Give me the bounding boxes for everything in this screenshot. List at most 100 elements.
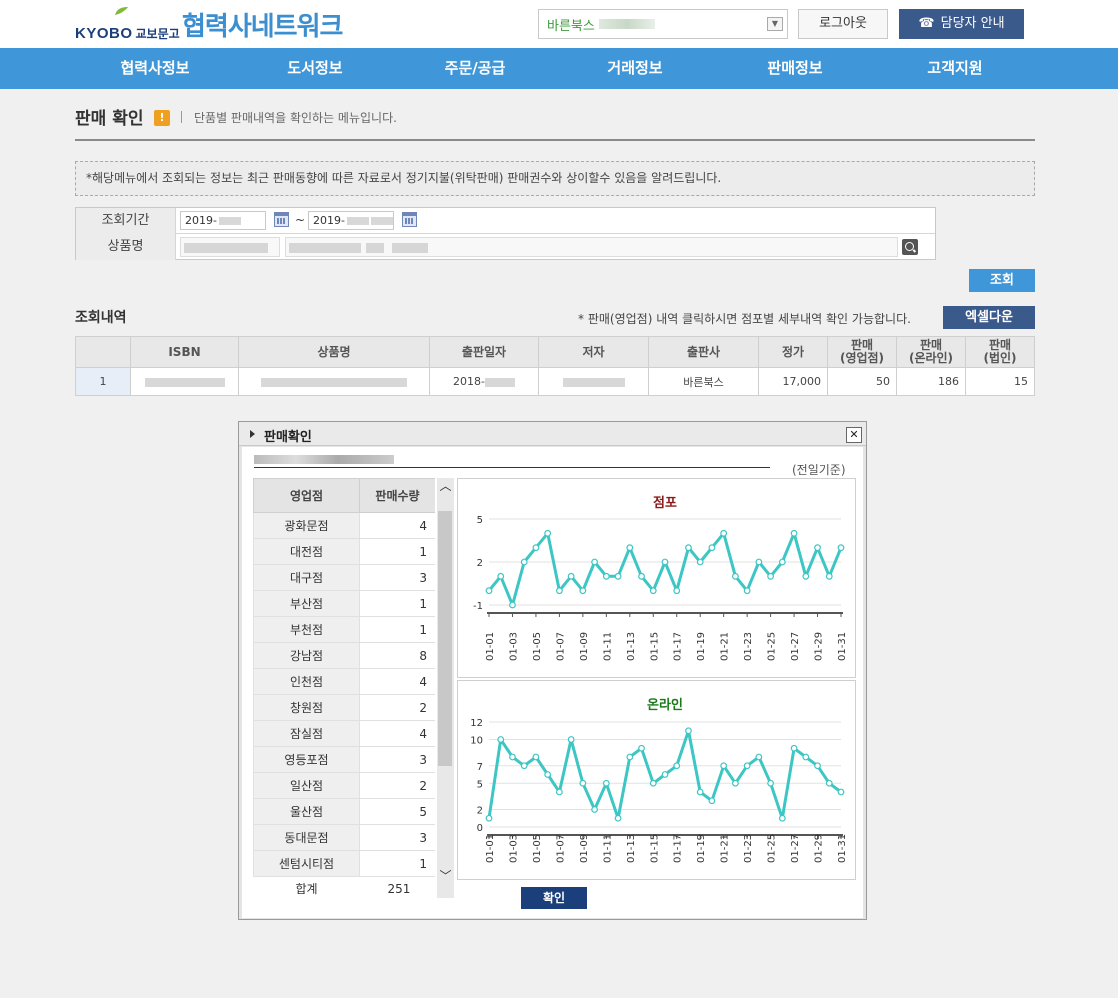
- product-name-input[interactable]: [285, 237, 898, 257]
- query-button[interactable]: 조회: [969, 269, 1035, 292]
- row-index: 1: [75, 367, 131, 396]
- data-point: [732, 779, 739, 787]
- store-row[interactable]: 영등포점 3: [253, 746, 435, 773]
- data-point: [649, 587, 657, 595]
- close-icon[interactable]: ✕: [846, 427, 862, 443]
- date-to-input[interactable]: 2019-: [308, 211, 394, 230]
- row-sales-store[interactable]: 50: [827, 367, 897, 396]
- store-qty: 4: [359, 512, 435, 539]
- data-point: [720, 762, 728, 770]
- series-line: [487, 531, 843, 607]
- main-nav: 협력사정보 도서정보 주문/공급 거래정보 판매정보 고객지원: [0, 48, 1118, 89]
- store-name: 부천점: [253, 616, 360, 643]
- data-point: [732, 572, 739, 580]
- leaf-icon: [115, 7, 128, 15]
- data-point: [579, 587, 587, 595]
- y-tick-label: 2: [477, 806, 483, 817]
- x-tick-label: 01-21: [720, 632, 731, 661]
- results-note: * 판매(영업점) 내역 클릭하시면 점포별 세부내역 확인 가능합니다.: [578, 312, 911, 326]
- data-point: [614, 814, 622, 822]
- calendar-from-icon[interactable]: [274, 212, 289, 227]
- row-publisher: 바른북스: [648, 367, 759, 396]
- scroll-down-icon[interactable]: ﹀: [437, 868, 454, 884]
- data-point: [802, 753, 810, 761]
- store-row[interactable]: 대전점 1: [253, 538, 435, 565]
- nav-item-book-info[interactable]: 도서정보: [235, 48, 395, 89]
- kyobo-logo[interactable]: KYOBO 교보문고: [75, 7, 180, 42]
- store-row[interactable]: 부산점 1: [253, 590, 435, 617]
- store-qty: 2: [359, 694, 435, 721]
- table-row[interactable]: 1 2018- 바른북스 17,000 50 186 15: [75, 367, 1035, 396]
- x-tick-label: 01-01: [485, 632, 496, 661]
- product-code-input[interactable]: [180, 237, 280, 257]
- store-row[interactable]: 인천점 4: [253, 668, 435, 695]
- nav-item-partner-info[interactable]: 협력사정보: [75, 48, 235, 89]
- nav-item-customer-support[interactable]: 고객지원: [875, 48, 1035, 89]
- nav-item-trade-info[interactable]: 거래정보: [555, 48, 715, 89]
- data-point: [661, 771, 669, 778]
- data-point: [743, 587, 751, 595]
- store-row[interactable]: 부천점 1: [253, 616, 435, 643]
- popup-body: (전일기준) 영업점 판매수량 광화문점 4 대전점 1 대구점 3 부산점 1 부천점 1 강남점…: [242, 447, 863, 918]
- logo-kr-text: 교보문고: [135, 27, 180, 41]
- store-total-row: 합계 251: [253, 876, 435, 898]
- data-point: [767, 572, 775, 580]
- store-row[interactable]: 광화문점 4: [253, 512, 435, 539]
- row-title[interactable]: [238, 367, 430, 396]
- store-name: 인천점: [253, 668, 360, 695]
- blurred-date: [346, 217, 369, 225]
- store-row[interactable]: 대구점 3: [253, 564, 435, 591]
- data-point: [790, 529, 798, 537]
- scroll-thumb[interactable]: [438, 511, 452, 766]
- data-point: [685, 727, 692, 735]
- x-tick-label: 01-09: [579, 632, 590, 661]
- store-qty: 1: [359, 850, 435, 877]
- chevron-down-icon[interactable]: ▼: [767, 17, 783, 31]
- blurred-text: [261, 377, 407, 387]
- store-row[interactable]: 울산점 5: [253, 798, 435, 825]
- qty-col-header: 판매수량: [359, 478, 435, 513]
- data-point: [555, 587, 563, 595]
- y-tick-label: 0: [477, 823, 483, 834]
- confirm-button[interactable]: 확인: [521, 887, 587, 909]
- info-badge-icon[interactable]: !: [154, 110, 170, 126]
- excel-download-button[interactable]: 엑셀다운: [943, 306, 1035, 329]
- vendor-select-value: 바른북스: [547, 18, 595, 34]
- y-tick-label: 10: [470, 736, 483, 747]
- store-row[interactable]: 일산점 2: [253, 772, 435, 799]
- blurred-text: [289, 243, 361, 253]
- date-range-tilde: ~: [295, 213, 306, 227]
- date-from-value: 2019-: [185, 214, 217, 227]
- contact-button[interactable]: ☎ 담당자 안내: [899, 9, 1024, 39]
- x-tick-label: 01-01: [485, 834, 496, 863]
- x-tick-label: 01-19: [696, 632, 707, 661]
- nav-item-order-supply[interactable]: 주문/공급: [395, 48, 555, 89]
- date-from-input[interactable]: 2019-: [180, 211, 266, 230]
- x-tick-label: 01-11: [602, 834, 613, 863]
- row-pub-date: 2018-: [429, 367, 539, 396]
- contact-button-label: 담당자 안내: [940, 16, 1005, 31]
- store-sales-chart-svg: 점포 5 2 -1 01-01 01-03 01-05 01-07 01-09 01-11 01-1…: [473, 496, 848, 661]
- col-header-sales-store: 판매 (영업점): [827, 336, 897, 368]
- scroll-up-icon[interactable]: ︿: [437, 478, 454, 494]
- store-row[interactable]: 창원점 2: [253, 694, 435, 721]
- store-list-scrollbar[interactable]: ︿ ﹀: [437, 478, 454, 898]
- store-row[interactable]: 동대문점 3: [253, 824, 435, 851]
- store-name: 강남점: [253, 642, 360, 669]
- vendor-select[interactable]: 바른북스 ▼: [538, 9, 788, 39]
- nav-item-sales-info[interactable]: 판매정보: [715, 48, 875, 89]
- data-point: [685, 544, 692, 552]
- data-point: [520, 558, 528, 566]
- data-point: [509, 753, 516, 761]
- store-row[interactable]: 센텀시티점 1: [253, 850, 435, 877]
- x-tick-label: 01-11: [602, 632, 613, 661]
- search-icon[interactable]: [902, 239, 918, 255]
- store-row[interactable]: 잠실점 4: [253, 720, 435, 747]
- site-title[interactable]: 협력사네트워크: [182, 6, 343, 43]
- data-point: [497, 572, 505, 580]
- calendar-to-icon[interactable]: [402, 212, 417, 227]
- logout-button[interactable]: 로그아웃: [798, 9, 888, 39]
- date-to-value: 2019-: [313, 214, 345, 227]
- store-row[interactable]: 강남점 8: [253, 642, 435, 669]
- data-point: [778, 814, 786, 822]
